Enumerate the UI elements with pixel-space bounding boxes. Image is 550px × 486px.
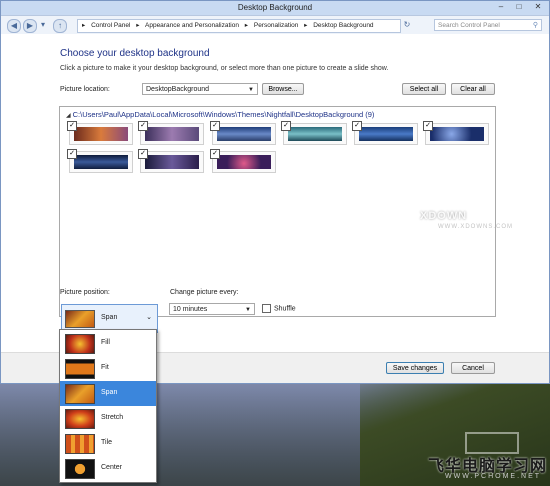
- checkbox-box[interactable]: [262, 304, 271, 313]
- thumbnail-checkbox[interactable]: ✓: [138, 121, 148, 131]
- browse-button[interactable]: Browse...: [262, 83, 304, 95]
- page-title: Choose your desktop background: [60, 48, 210, 59]
- wallpaper-image: [74, 127, 128, 141]
- option-label: Stretch: [101, 414, 124, 421]
- option-label: Tile: [101, 439, 113, 446]
- thumbnail-checkbox[interactable]: ✓: [67, 121, 77, 131]
- maximize-button[interactable]: □: [511, 1, 527, 13]
- recent-pages-chevron-icon[interactable]: ▾: [39, 19, 47, 31]
- fit-preview-icon: [65, 359, 95, 379]
- wallpaper-thumbnail[interactable]: ✓: [210, 121, 276, 145]
- title-bar: Desktop Background – □ ✕: [1, 1, 549, 16]
- save-changes-button[interactable]: Save changes: [386, 362, 444, 374]
- address-bar: ◀ ▶ ▾ ↑ ▸ Control Panel ▸ Appearance and…: [1, 16, 549, 35]
- wallpaper-image: [145, 127, 199, 141]
- position-option-tile[interactable]: Tile: [60, 431, 156, 456]
- position-preview-image: [65, 310, 95, 328]
- wallpaper-thumbnail[interactable]: ✓: [138, 121, 204, 145]
- search-placeholder: Search Control Panel: [438, 22, 500, 29]
- wallpaper-image: [74, 155, 128, 169]
- span-preview-icon: [65, 384, 95, 404]
- center-preview-icon: [65, 459, 95, 479]
- watermark-logo-url: WWW.XDOWNS.COM: [438, 224, 513, 230]
- up-arrow-icon[interactable]: ↑: [53, 19, 67, 33]
- thumbnail-checkbox[interactable]: ✓: [281, 121, 291, 131]
- window-title: Desktop Background: [237, 3, 313, 12]
- minimize-button[interactable]: –: [493, 1, 509, 13]
- desktop-background-window: Desktop Background – □ ✕ ◀ ▶ ▾ ↑ ▸ Contr…: [0, 0, 550, 384]
- page-description: Click a picture to make it your desktop …: [60, 65, 389, 72]
- back-arrow-icon[interactable]: ◀: [7, 19, 21, 33]
- wallpaper-image: [359, 127, 413, 141]
- picture-position-label: Picture position:: [60, 289, 110, 296]
- stretch-preview-icon: [65, 409, 95, 429]
- thumbnail-checkbox[interactable]: ✓: [138, 149, 148, 159]
- tile-preview-icon: [65, 434, 95, 454]
- breadcrumb-appearance[interactable]: Appearance and Personalization: [145, 22, 239, 29]
- picture-location-select[interactable]: DesktopBackground ▼: [142, 83, 258, 95]
- option-label: Span: [101, 389, 118, 396]
- change-picture-label: Change picture every:: [170, 289, 239, 296]
- breadcrumb-separator-icon: ▸: [244, 22, 249, 29]
- wallpaper-thumbnail[interactable]: ✓: [281, 121, 347, 145]
- watermark-logo-text: XDOWN: [420, 210, 468, 222]
- breadcrumb-control-panel[interactable]: Control Panel: [91, 22, 130, 29]
- wallpaper-thumbnail[interactable]: ✓: [67, 121, 133, 145]
- thumbnail-checkbox[interactable]: ✓: [67, 149, 77, 159]
- position-option-center[interactable]: Center: [60, 456, 156, 481]
- search-input[interactable]: Search Control Panel ⚲: [434, 19, 542, 31]
- wallpaper-image: [430, 127, 484, 141]
- thumbnail-checkbox[interactable]: ✓: [210, 149, 220, 159]
- wallpaper-thumbnail[interactable]: ✓: [138, 149, 204, 173]
- wallpaper-image: [217, 127, 271, 141]
- breadcrumb[interactable]: ▸ Control Panel ▸ Appearance and Persona…: [77, 19, 401, 33]
- folder-group-header[interactable]: ◢ C:\Users\Paul\AppData\Local\Microsoft\W…: [66, 110, 374, 119]
- thumbnail-checkbox[interactable]: ✓: [210, 121, 220, 131]
- fill-preview-icon: [65, 334, 95, 354]
- watermark-logo: [465, 432, 519, 454]
- picture-location-label: Picture location:: [60, 86, 110, 93]
- wallpaper-thumbnail[interactable]: ✓: [423, 121, 489, 145]
- shuffle-label: Shuffle: [274, 305, 296, 313]
- change-interval-value: 10 minutes: [173, 306, 208, 313]
- position-option-stretch[interactable]: Stretch: [60, 406, 156, 431]
- picture-position-dropdown: Fill Fit Span Stretch Tile Center: [59, 329, 157, 483]
- collapse-triangle-icon[interactable]: ◢: [66, 113, 71, 119]
- wallpaper-image: [288, 127, 342, 141]
- chevron-down-icon: ▼: [248, 87, 254, 93]
- cancel-button[interactable]: Cancel: [451, 362, 495, 374]
- breadcrumb-separator-icon: ▸: [136, 22, 140, 29]
- refresh-icon[interactable]: ↻: [401, 19, 413, 31]
- wallpaper-thumbnail[interactable]: ✓: [67, 149, 133, 173]
- chevron-down-icon: ▼: [245, 307, 251, 313]
- wallpaper-thumbnail[interactable]: ✓: [352, 121, 418, 145]
- select-all-button[interactable]: Select all: [402, 83, 446, 95]
- clear-all-button[interactable]: Clear all: [451, 83, 495, 95]
- search-icon[interactable]: ⚲: [533, 20, 538, 32]
- breadcrumb-desktop-background[interactable]: Desktop Background: [313, 22, 373, 29]
- picture-location-value: DesktopBackground: [146, 86, 210, 93]
- shuffle-checkbox[interactable]: Shuffle: [262, 304, 296, 313]
- thumbnail-checkbox[interactable]: ✓: [423, 121, 433, 131]
- breadcrumb-separator-icon: ▸: [82, 22, 86, 29]
- wallpaper-thumbnail[interactable]: ✓: [210, 149, 276, 173]
- wallpaper-image: [145, 155, 199, 169]
- wallpaper-image: [217, 155, 271, 169]
- watermark-url: WWW.PCHOME.NET: [445, 473, 542, 480]
- breadcrumb-separator-icon: ▸: [304, 22, 308, 29]
- folder-path: C:\Users\Paul\AppData\Local\Microsoft\Wi…: [72, 110, 375, 119]
- forward-arrow-icon[interactable]: ▶: [23, 19, 37, 33]
- thumbnail-checkbox[interactable]: ✓: [352, 121, 362, 131]
- position-option-fill[interactable]: Fill: [60, 331, 156, 356]
- close-button[interactable]: ✕: [529, 1, 547, 13]
- change-interval-select[interactable]: 10 minutes ▼: [169, 303, 255, 315]
- option-label: Fill: [101, 339, 110, 346]
- position-option-span[interactable]: Span: [60, 381, 156, 406]
- option-label: Fit: [101, 364, 109, 371]
- breadcrumb-personalization[interactable]: Personalization: [254, 22, 298, 29]
- picture-position-value: Span: [101, 314, 118, 321]
- position-option-fit[interactable]: Fit: [60, 356, 156, 381]
- chevron-down-icon: ⌄: [146, 314, 152, 321]
- option-label: Center: [101, 464, 123, 471]
